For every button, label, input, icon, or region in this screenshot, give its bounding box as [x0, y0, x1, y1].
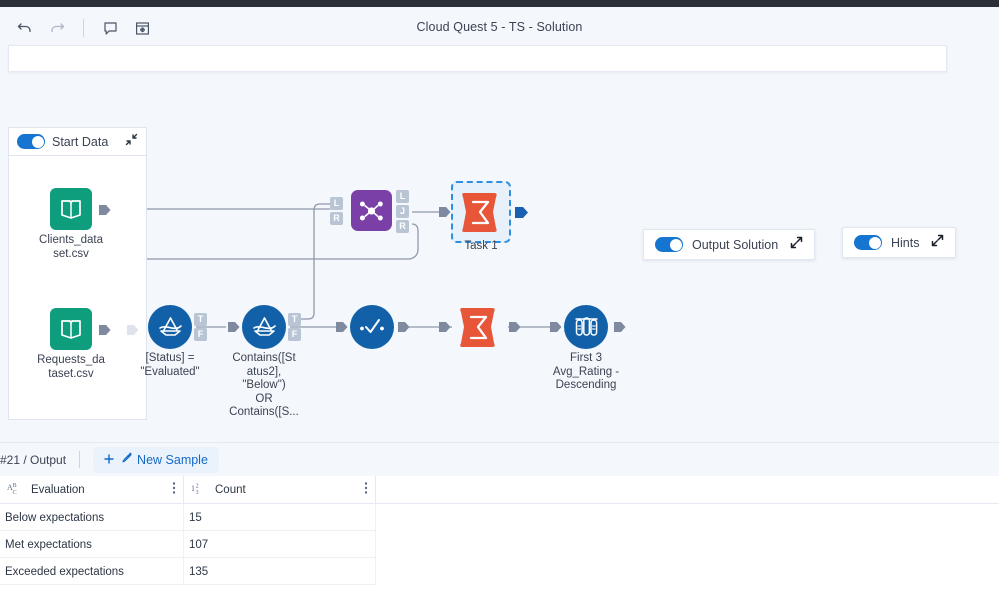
filter-tool-icon: [242, 305, 286, 349]
node-clients-dataset[interactable]: Clients_data set.csv: [39, 188, 111, 260]
title-strip: [0, 0, 999, 7]
node-label: First 3 Avg_Rating - Descending: [552, 352, 620, 391]
node-label: Requests_da taset.csv: [37, 354, 105, 380]
output-solution-chip[interactable]: Output Solution: [643, 229, 816, 260]
port-false[interactable]: F: [288, 328, 301, 341]
column-type-number-icon: 123: [191, 482, 208, 498]
cell-count: 15: [184, 504, 376, 531]
column-menu-icon[interactable]: [364, 481, 368, 500]
summarize-tool-icon: [461, 191, 501, 233]
application-window: Cloud Quest 5 - TS - Solution Start Data…: [0, 0, 999, 600]
input-port[interactable]: [126, 323, 140, 342]
column-type-string-icon: ABC: [7, 482, 24, 498]
results-tab-label[interactable]: #21 / Output: [0, 453, 66, 467]
output-solution-label: Output Solution: [692, 237, 779, 252]
node-task-1[interactable]: Task 1: [439, 181, 528, 252]
new-sample-label: New Sample: [137, 452, 208, 467]
grid-header-row: ABC Evaluation 123 Count: [0, 476, 999, 504]
port-false[interactable]: F: [194, 328, 207, 341]
new-sample-button[interactable]: New Sample: [93, 446, 219, 473]
column-header-evaluation[interactable]: ABC Evaluation: [0, 476, 184, 504]
node-label: Clients_data set.csv: [39, 234, 103, 260]
downstream-input-port[interactable]: [549, 320, 563, 339]
connection-edges: [110, 203, 556, 328]
join-tool-icon: [351, 190, 392, 231]
cell-evaluation: Below expectations: [0, 504, 184, 531]
summarize-tool-icon: [459, 306, 499, 348]
secondary-toolbar: [8, 45, 947, 72]
port-right-out[interactable]: R: [396, 220, 409, 233]
port-true[interactable]: T: [288, 313, 301, 326]
node-select[interactable]: [350, 305, 451, 349]
column-header-count[interactable]: 123 Count: [184, 476, 376, 504]
output-port[interactable]: [397, 320, 411, 339]
table-row[interactable]: Below expectations 15: [0, 504, 376, 531]
results-divider: [79, 451, 81, 468]
output-port[interactable]: [98, 323, 112, 342]
svg-text:3: 3: [196, 490, 199, 495]
hints-toggle[interactable]: [854, 235, 882, 250]
plus-icon: [104, 453, 114, 467]
book-icon: [50, 308, 92, 350]
node-label: Task 1: [464, 240, 498, 252]
collapse-icon[interactable]: [125, 133, 138, 151]
node-join[interactable]: L R L J R: [330, 190, 409, 233]
pipette-icon: [119, 452, 132, 468]
input-port[interactable]: [438, 205, 452, 224]
downstream-input-port[interactable]: [227, 320, 241, 339]
page-title: Cloud Quest 5 - TS - Solution: [416, 20, 583, 34]
cell-count: 107: [184, 531, 376, 558]
expand-icon[interactable]: [931, 234, 944, 252]
sample-tool-icon: [564, 305, 608, 349]
node-sample-first3[interactable]: First 3 Avg_Rating - Descending: [553, 305, 626, 391]
start-data-toggle[interactable]: [17, 134, 45, 149]
output-port[interactable]: [98, 203, 112, 216]
expand-icon[interactable]: [790, 236, 803, 254]
toolbar: Cloud Quest 5 - TS - Solution: [0, 7, 999, 40]
svg-text:C: C: [13, 490, 17, 495]
start-data-header[interactable]: Start Data: [8, 127, 147, 156]
output-port[interactable]: [514, 205, 530, 225]
cell-count: 135: [184, 558, 376, 585]
select-tool-icon: [350, 305, 394, 349]
filter-tool-icon: [148, 305, 192, 349]
node-label: Contains([St atus2], "Below") OR Contain…: [229, 352, 299, 418]
port-left-in[interactable]: L: [330, 197, 343, 210]
node-summarize[interactable]: [459, 306, 562, 348]
table-row[interactable]: Exceeded expectations 135: [0, 558, 376, 585]
svg-text:B: B: [13, 483, 17, 489]
port-right-in[interactable]: R: [330, 212, 343, 225]
node-filter-status[interactable]: T F [Status] = "Evaluated": [140, 305, 240, 378]
node-filter-status2[interactable]: T F Contains([St atus2], "Below") OR Con…: [229, 305, 348, 418]
port-left-out[interactable]: L: [396, 190, 409, 203]
downstream-input-port[interactable]: [438, 320, 452, 339]
output-solution-toggle[interactable]: [655, 237, 683, 252]
column-label: Evaluation: [31, 484, 85, 496]
node-label: [Status] = "Evaluated": [140, 352, 200, 378]
hints-chip[interactable]: Hints: [842, 227, 957, 258]
cell-evaluation: Met expectations: [0, 531, 184, 558]
column-label: Count: [215, 484, 246, 496]
workflow-canvas[interactable]: Start Data Clients_data set.csv Requests…: [0, 79, 999, 442]
port-true[interactable]: T: [194, 313, 207, 326]
book-icon: [50, 188, 92, 230]
results-toolbar: #21 / Output New Sample: [0, 442, 999, 476]
svg-text:1: 1: [191, 484, 195, 493]
port-join-out[interactable]: J: [396, 205, 409, 218]
column-menu-icon[interactable]: [172, 481, 176, 500]
results-grid: ABC Evaluation 123 Count Below expectati…: [0, 476, 999, 600]
svg-text:2: 2: [196, 483, 199, 489]
output-port[interactable]: [613, 320, 627, 339]
node-requests-dataset[interactable]: Requests_da taset.csv: [37, 308, 139, 380]
output-port[interactable]: [508, 320, 522, 339]
start-data-title: Start Data: [52, 134, 109, 149]
cell-evaluation: Exceeded expectations: [0, 558, 184, 585]
downstream-input-port[interactable]: [335, 320, 349, 339]
hints-label: Hints: [891, 235, 920, 250]
table-row[interactable]: Met expectations 107: [0, 531, 376, 558]
